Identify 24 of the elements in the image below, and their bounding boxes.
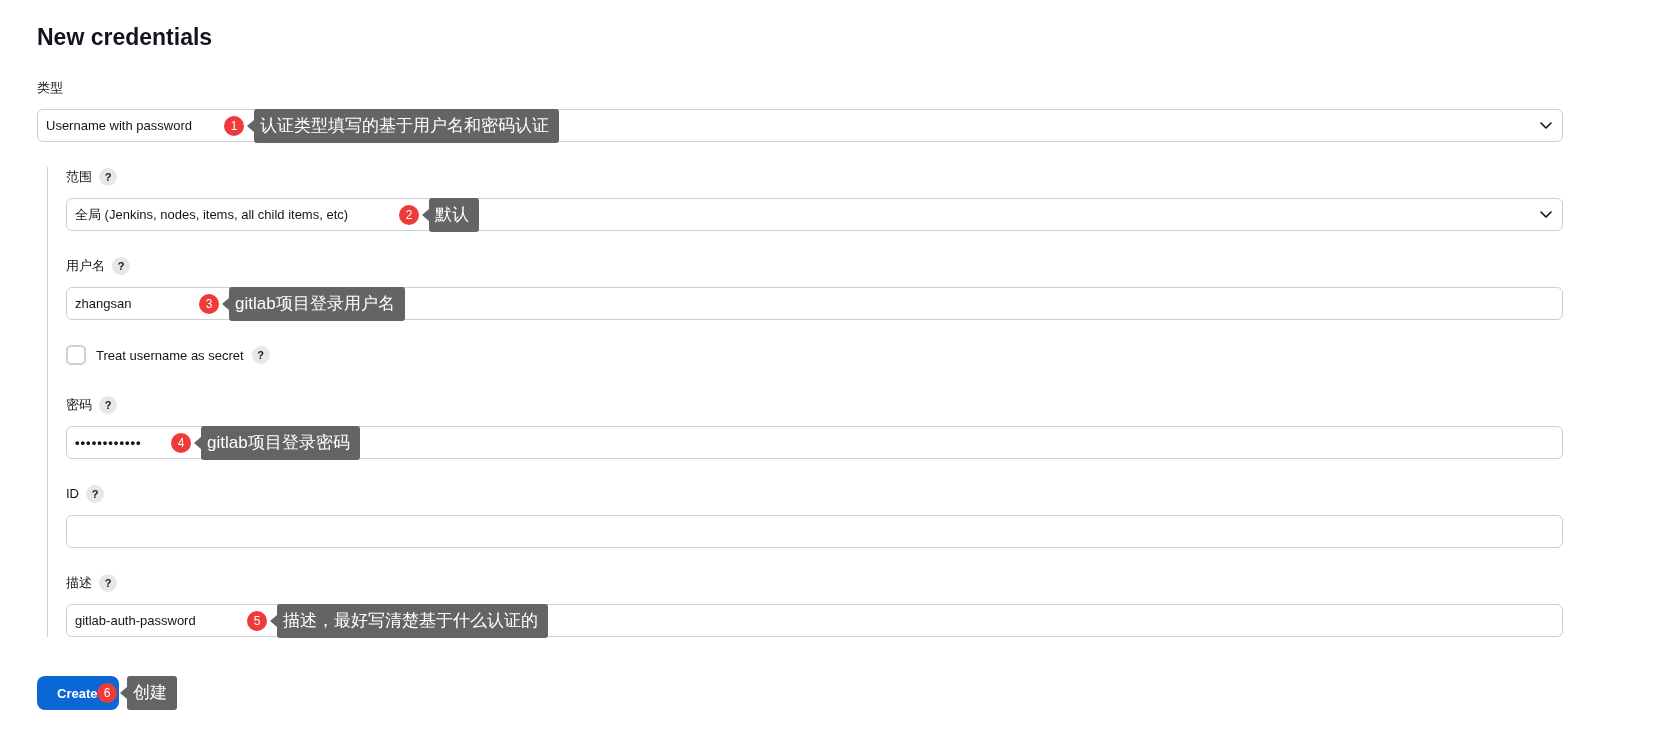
annotation-callout: 默认 — [422, 197, 479, 232]
field-label: 密码 — [66, 396, 92, 414]
annotation-callout: 认证类型填写的基于用户名和密码认证 — [247, 108, 559, 143]
field-label: 用户名 — [66, 257, 105, 275]
help-button[interactable]: ? — [99, 574, 117, 592]
help-button[interactable]: ? — [112, 257, 130, 275]
annotation-callout: 创建 — [120, 676, 177, 710]
help-button[interactable]: ? — [251, 346, 270, 364]
caret-icon — [1540, 211, 1552, 218]
checkbox-label: Treat username as secret — [96, 347, 244, 363]
field-label: 范围 — [66, 168, 92, 186]
help-button[interactable]: ? — [86, 485, 104, 503]
field-label: ID — [66, 485, 79, 503]
field-label: 类型 — [37, 79, 63, 97]
caret-icon — [1540, 122, 1552, 129]
page-title: New credentials — [37, 23, 213, 52]
annotation-callout: gitlab项目登录密码 — [194, 425, 360, 460]
help-button[interactable]: ? — [99, 168, 117, 186]
field-label: 描述 — [66, 574, 92, 592]
annotation-callout: 描述，最好写清楚基于什么认证的 — [270, 603, 548, 638]
help-button[interactable]: ? — [99, 396, 117, 414]
text-field[interactable] — [66, 515, 1563, 548]
annotation-callout: gitlab项目登录用户名 — [222, 286, 405, 321]
checkbox[interactable] — [66, 345, 86, 365]
